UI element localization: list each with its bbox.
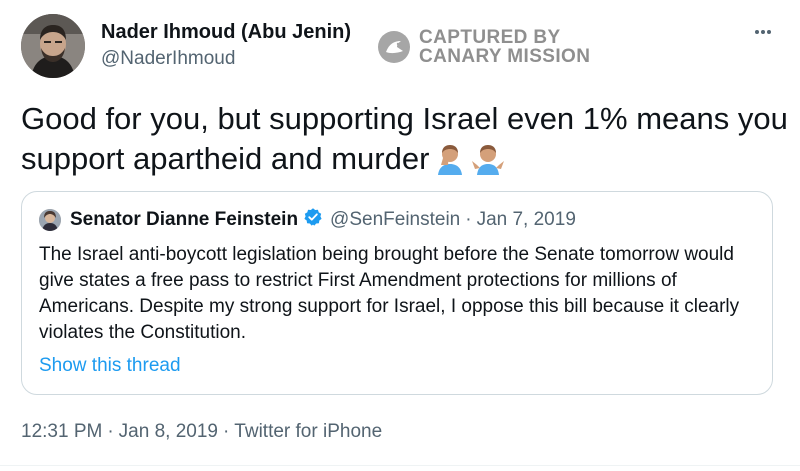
verified-badge-icon xyxy=(303,207,323,232)
canary-mission-logo-icon xyxy=(378,31,410,63)
author-handle[interactable]: @NaderIhmoud xyxy=(101,48,235,70)
quoted-tweet-date[interactable]: Jan 7, 2019 xyxy=(477,209,576,231)
man-facepalming-emoji xyxy=(435,143,465,185)
man-shrugging-emoji xyxy=(471,143,505,185)
tweet-text-content: Good for you, but supporting Israel even… xyxy=(21,101,788,176)
watermark-line2: CANARY MISSION xyxy=(419,46,591,67)
tweet-text: Good for you, but supporting Israel even… xyxy=(21,99,791,185)
quoted-author-name[interactable]: Senator Dianne Feinstein xyxy=(70,209,298,231)
quoted-separator: · xyxy=(465,208,472,230)
quoted-tweet-header: Senator Dianne Feinstein @SenFeinstein ·… xyxy=(39,207,576,232)
quoted-author-handle[interactable]: @SenFeinstein xyxy=(330,209,460,231)
more-horizontal-icon[interactable] xyxy=(748,22,778,42)
watermark-line1: CAPTURED BY xyxy=(419,27,561,48)
tweet-time[interactable]: 12:31 PM xyxy=(21,421,102,442)
show-this-thread-link[interactable]: Show this thread xyxy=(39,355,181,377)
tweet-source[interactable]: Twitter for iPhone xyxy=(234,421,382,442)
quoted-tweet-card[interactable]: Senator Dianne Feinstein @SenFeinstein ·… xyxy=(21,191,773,395)
tweet-metadata: 12:31 PM · Jan 8, 2019 · Twitter for iPhone xyxy=(21,421,382,443)
quoted-author-avatar[interactable] xyxy=(39,208,61,231)
divider xyxy=(0,465,800,466)
meta-separator: · xyxy=(222,421,230,442)
quoted-tweet-text: The Israel anti-boycott legislation bein… xyxy=(39,244,740,343)
tweet-date[interactable]: Jan 8, 2019 xyxy=(119,421,218,442)
author-avatar[interactable] xyxy=(21,14,85,78)
author-name[interactable]: Nader Ihmoud (Abu Jenin) xyxy=(101,21,351,44)
canary-mission-watermark: CAPTURED BY CANARY MISSION xyxy=(377,28,590,66)
meta-separator: · xyxy=(107,421,114,442)
